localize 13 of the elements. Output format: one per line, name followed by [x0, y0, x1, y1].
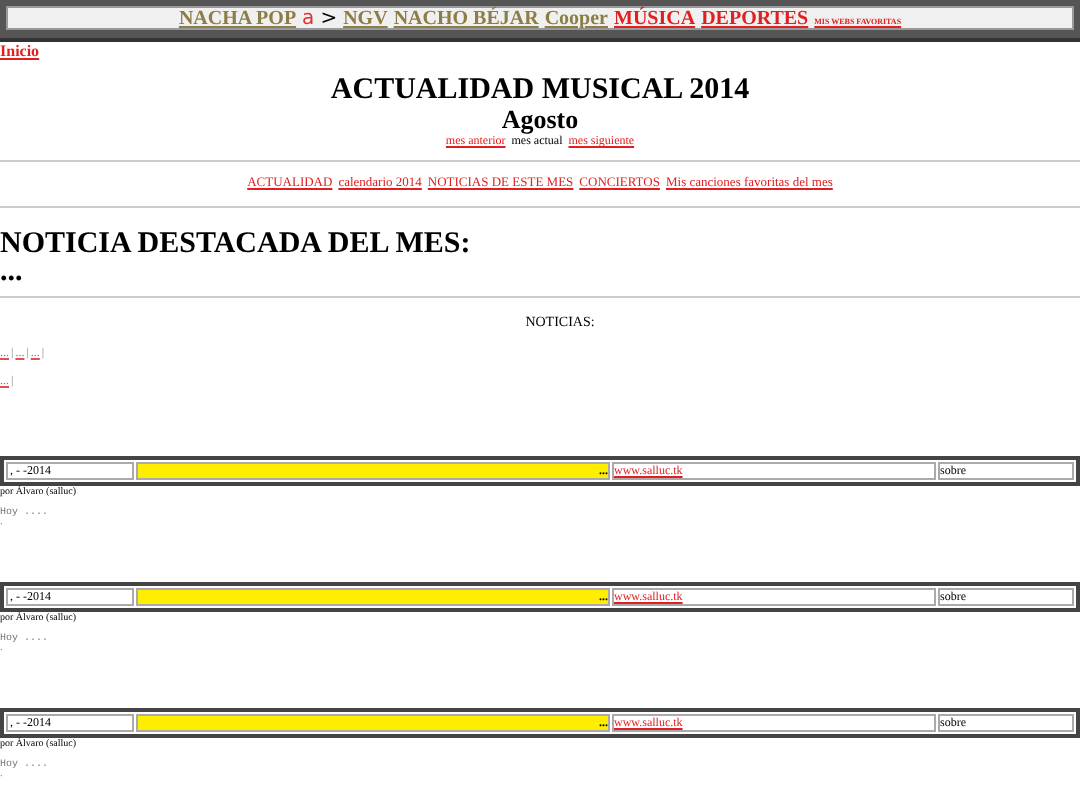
top-link[interactable]: DEPORTES — [701, 8, 809, 30]
top-link[interactable]: > — [320, 8, 338, 30]
top-link[interactable]: Cooper — [544, 8, 608, 30]
top-link[interactable]: NGV — [343, 8, 388, 30]
month-title: Agosto — [501, 106, 579, 134]
top-link[interactable]: NACHO BÉJAR — [393, 8, 539, 30]
page-title: ACTUALIDAD MUSICAL 2014 — [330, 74, 750, 106]
top-link[interactable]: MÚSICA — [614, 8, 696, 30]
featured-heading: NOTICIA DESTACADA DEL MES: — [0, 228, 473, 260]
top-link[interactable]: NACHA POP — [178, 8, 297, 30]
home-link[interactable]: Inicio — [0, 42, 1080, 62]
top-link[interactable]: a — [302, 8, 315, 30]
featured-text: ... — [0, 260, 25, 284]
